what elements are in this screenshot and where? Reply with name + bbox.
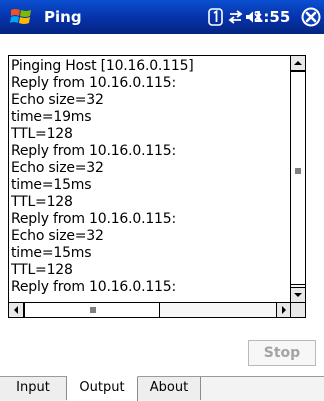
tab-about[interactable]: About [138, 377, 201, 400]
scroll-down-button[interactable] [291, 287, 305, 302]
close-icon[interactable] [301, 7, 321, 27]
tab-input[interactable]: Input [0, 377, 67, 400]
output-line: Echo size=32 [11, 228, 104, 244]
output-line: Reply from 10.16.0.115: [11, 75, 176, 91]
tab-bar: Input Output About [0, 376, 324, 401]
output-line: Reply from 10.16.0.115: [11, 211, 176, 227]
output-line: Reply from 10.16.0.115: [11, 279, 176, 295]
window-title: Ping [44, 8, 82, 26]
ping-output-text: Pinging Host [10.16.0.115] Reply from 10.… [11, 58, 293, 302]
arrow-left-icon [14, 306, 18, 314]
output-line: time=15ms [11, 245, 92, 261]
scroll-up-button[interactable] [291, 56, 305, 71]
output-line: TTL=128 [11, 126, 73, 142]
clock: 1:55 [253, 8, 291, 26]
output-line: time=19ms [11, 109, 92, 125]
scroll-left-button[interactable] [9, 303, 24, 317]
arrow-right-icon [282, 306, 286, 314]
grip-icon [90, 307, 96, 313]
output-line: TTL=128 [11, 194, 73, 210]
grip-icon [295, 168, 301, 174]
arrow-up-icon [294, 61, 302, 65]
horizontal-scrollbar[interactable] [9, 302, 291, 317]
output-line: Reply from 10.16.0.115: [11, 143, 176, 159]
output-line: Echo size=32 [11, 160, 104, 176]
connectivity-icon [228, 10, 243, 24]
tab-output[interactable]: Output [67, 376, 138, 401]
arrow-down-icon [294, 293, 302, 297]
output-line: time=15ms [11, 177, 92, 193]
scrollbar-corner [290, 302, 305, 317]
main-panel: Pinging Host [10.16.0.115] Reply from 10.… [0, 34, 324, 376]
vertical-scrollbar[interactable] [290, 56, 305, 302]
title-bar: Ping 1:55 [0, 0, 324, 34]
ping-output-box[interactable]: Pinging Host [10.16.0.115] Reply from 10.… [8, 55, 306, 318]
scroll-right-button[interactable] [276, 303, 291, 317]
windows-start-icon[interactable] [10, 7, 32, 27]
output-line: TTL=128 [11, 262, 73, 278]
horizontal-scroll-thumb[interactable] [24, 303, 160, 317]
output-line: Echo size=32 [11, 92, 104, 108]
sim-one-icon [208, 8, 223, 26]
output-line: Pinging Host [10.16.0.115] [11, 58, 194, 74]
stop-button[interactable]: Stop [248, 340, 316, 366]
vertical-scroll-thumb[interactable] [291, 71, 305, 285]
